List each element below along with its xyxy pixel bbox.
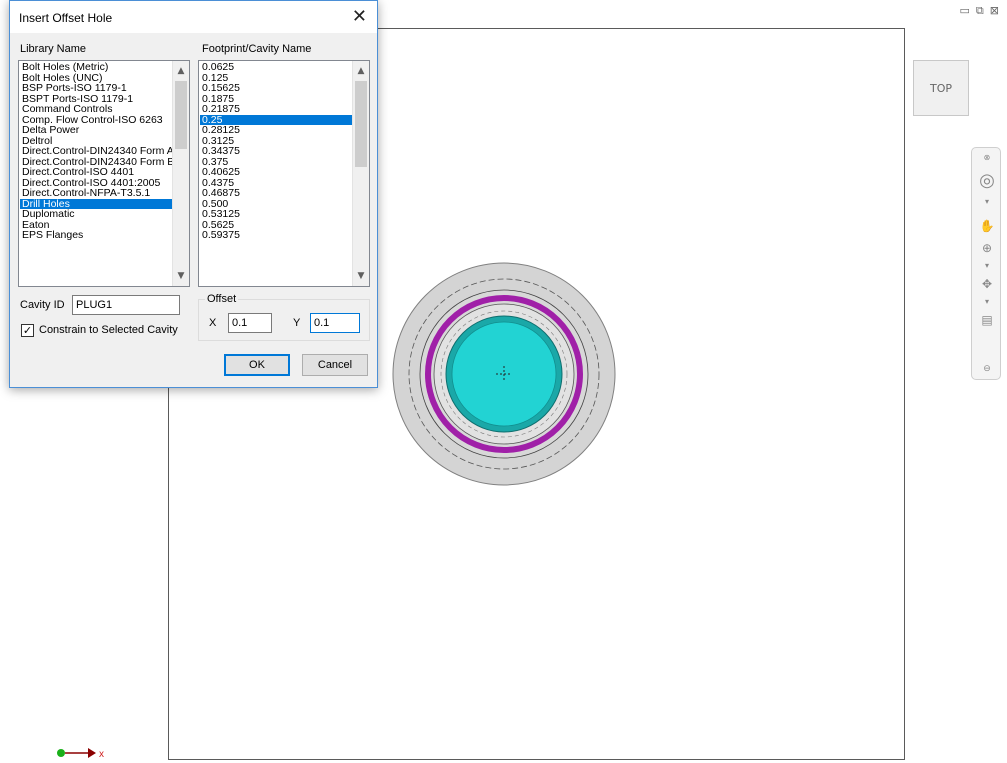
list-item[interactable]: Direct.Control-DIN24340 Form B	[20, 157, 172, 168]
offset-x-field[interactable]	[228, 313, 272, 333]
scroll-up-icon[interactable]: ▲	[173, 63, 189, 79]
list-item[interactable]: 0.5625	[200, 220, 352, 231]
navbar-close-icon[interactable]: ⊗	[978, 150, 996, 166]
scroll-down-icon[interactable]: ▼	[353, 268, 369, 284]
offset-label: Offset	[205, 293, 239, 305]
viewcube-top[interactable]: TOP	[913, 60, 969, 116]
insert-offset-hole-dialog: Insert Offset Hole ✕ Library Name Footpr…	[9, 0, 378, 388]
footprint-listbox[interactable]: 0.0625 0.125 0.15625 0.1875 0.21875 0.25 0.281…	[198, 60, 370, 287]
list-item[interactable]: 0.500	[200, 199, 352, 210]
list-item[interactable]: BSP Ports-ISO 1179-1	[20, 83, 172, 94]
list-item[interactable]: 0.40625	[200, 167, 352, 178]
list-item[interactable]: Eaton	[20, 220, 172, 231]
list-item[interactable]: 0.0625	[200, 62, 352, 73]
list-item[interactable]: 0.21875	[200, 104, 352, 115]
ok-button[interactable]: OK	[224, 354, 290, 376]
hole-graphic[interactable]	[392, 262, 616, 486]
library-scrollbar[interactable]: ▲ ▼	[172, 61, 189, 286]
list-item[interactable]: EPS Flanges	[20, 230, 172, 241]
close-window-icon[interactable]: ⊠	[990, 4, 999, 18]
constrain-label[interactable]: Constrain to Selected Cavity	[39, 324, 178, 336]
window-controls: ▭ ⧉ ⊠	[960, 4, 999, 18]
footprint-items: 0.0625 0.125 0.15625 0.1875 0.21875 0.25 0.281…	[200, 62, 352, 241]
navigation-bar: ⊗ ◎ ▾ ✋ ⊕ ▾ ✥ ▾ ▤ ⊖	[971, 147, 1001, 380]
list-item[interactable]: 0.46875	[200, 188, 352, 199]
list-item[interactable]: BSPT Ports-ISO 1179-1	[20, 94, 172, 105]
zoom-icon[interactable]: ⊕	[978, 240, 996, 256]
list-item[interactable]: 0.28125	[200, 125, 352, 136]
offset-y-field[interactable]	[310, 313, 360, 333]
orbit-icon[interactable]: ✥	[978, 276, 996, 292]
library-scroll-thumb[interactable]	[175, 81, 187, 149]
list-item[interactable]: Deltrol	[20, 136, 172, 147]
list-item[interactable]: Direct.Control-ISO 4401:2005	[20, 178, 172, 189]
dialog-titlebar[interactable]: Insert Offset Hole ✕	[10, 1, 377, 33]
list-item[interactable]: 0.375	[200, 157, 352, 168]
offset-x-label: X	[209, 317, 217, 329]
offset-y-label: Y	[293, 317, 301, 329]
chevron-down-icon[interactable]: ▾	[978, 194, 996, 210]
list-item[interactable]: Command Controls	[20, 104, 172, 115]
chevron-down-icon[interactable]: ▾	[978, 258, 996, 274]
constrain-checkbox[interactable]: ✓	[21, 324, 34, 337]
list-item[interactable]: 0.25	[200, 114, 352, 125]
footprint-scrollbar[interactable]: ▲ ▼	[352, 61, 369, 286]
scroll-down-icon[interactable]: ▼	[173, 268, 189, 284]
dialog-title: Insert Offset Hole	[19, 11, 113, 25]
scroll-up-icon[interactable]: ▲	[353, 63, 369, 79]
showmotion-icon[interactable]: ▤	[978, 312, 996, 328]
list-item[interactable]: Direct.Control-ISO 4401	[20, 167, 172, 178]
list-item[interactable]: Duplomatic	[20, 209, 172, 220]
list-item[interactable]: Direct.Control-DIN24340 Form A	[20, 146, 172, 157]
close-icon[interactable]: ✕	[352, 6, 367, 27]
list-item[interactable]: 0.4375	[200, 178, 352, 189]
list-item[interactable]: 0.15625	[200, 83, 352, 94]
navbar-options-icon[interactable]: ⊖	[978, 360, 996, 376]
origin-icon	[57, 749, 65, 757]
minimize-icon[interactable]: ▭	[960, 4, 970, 18]
list-item[interactable]: Bolt Holes (Metric)	[20, 62, 172, 73]
viewcube-label: TOP	[929, 81, 952, 95]
cavity-id-field[interactable]	[72, 295, 180, 315]
list-item[interactable]: Delta Power	[20, 125, 172, 136]
x-axis-label: x	[99, 749, 104, 760]
library-listbox[interactable]: Bolt Holes (Metric) Bolt Holes (UNC) BSP P…	[18, 60, 190, 287]
chevron-down-icon[interactable]: ▾	[978, 294, 996, 310]
list-item[interactable]: 0.125	[200, 73, 352, 84]
steering-wheel-icon[interactable]: ◎	[978, 171, 996, 189]
list-item[interactable]: Comp. Flow Control-ISO 6263	[20, 115, 172, 126]
list-item[interactable]: 0.1875	[200, 94, 352, 105]
pan-icon[interactable]: ✋	[978, 218, 996, 234]
x-axis-arrow-icon	[88, 748, 96, 758]
list-item[interactable]: 0.59375	[200, 230, 352, 241]
list-item[interactable]: Bolt Holes (UNC)	[20, 73, 172, 84]
library-items: Bolt Holes (Metric) Bolt Holes (UNC) BSP P…	[20, 62, 172, 241]
axis-triad: x	[57, 748, 104, 760]
cancel-button[interactable]: Cancel	[302, 354, 368, 376]
list-item[interactable]: Drill Holes	[20, 198, 172, 209]
restore-icon[interactable]: ⧉	[976, 4, 984, 18]
list-item[interactable]: 0.34375	[200, 146, 352, 157]
cavity-id-label: Cavity ID	[20, 299, 65, 311]
list-item[interactable]: 0.53125	[200, 209, 352, 220]
list-item[interactable]: 0.3125	[200, 136, 352, 147]
footprint-scroll-thumb[interactable]	[355, 81, 367, 167]
list-item[interactable]: Direct.Control-NFPA-T3.5.1	[20, 188, 172, 199]
footprint-name-label: Footprint/Cavity Name	[202, 43, 312, 55]
library-name-label: Library Name	[20, 43, 87, 55]
